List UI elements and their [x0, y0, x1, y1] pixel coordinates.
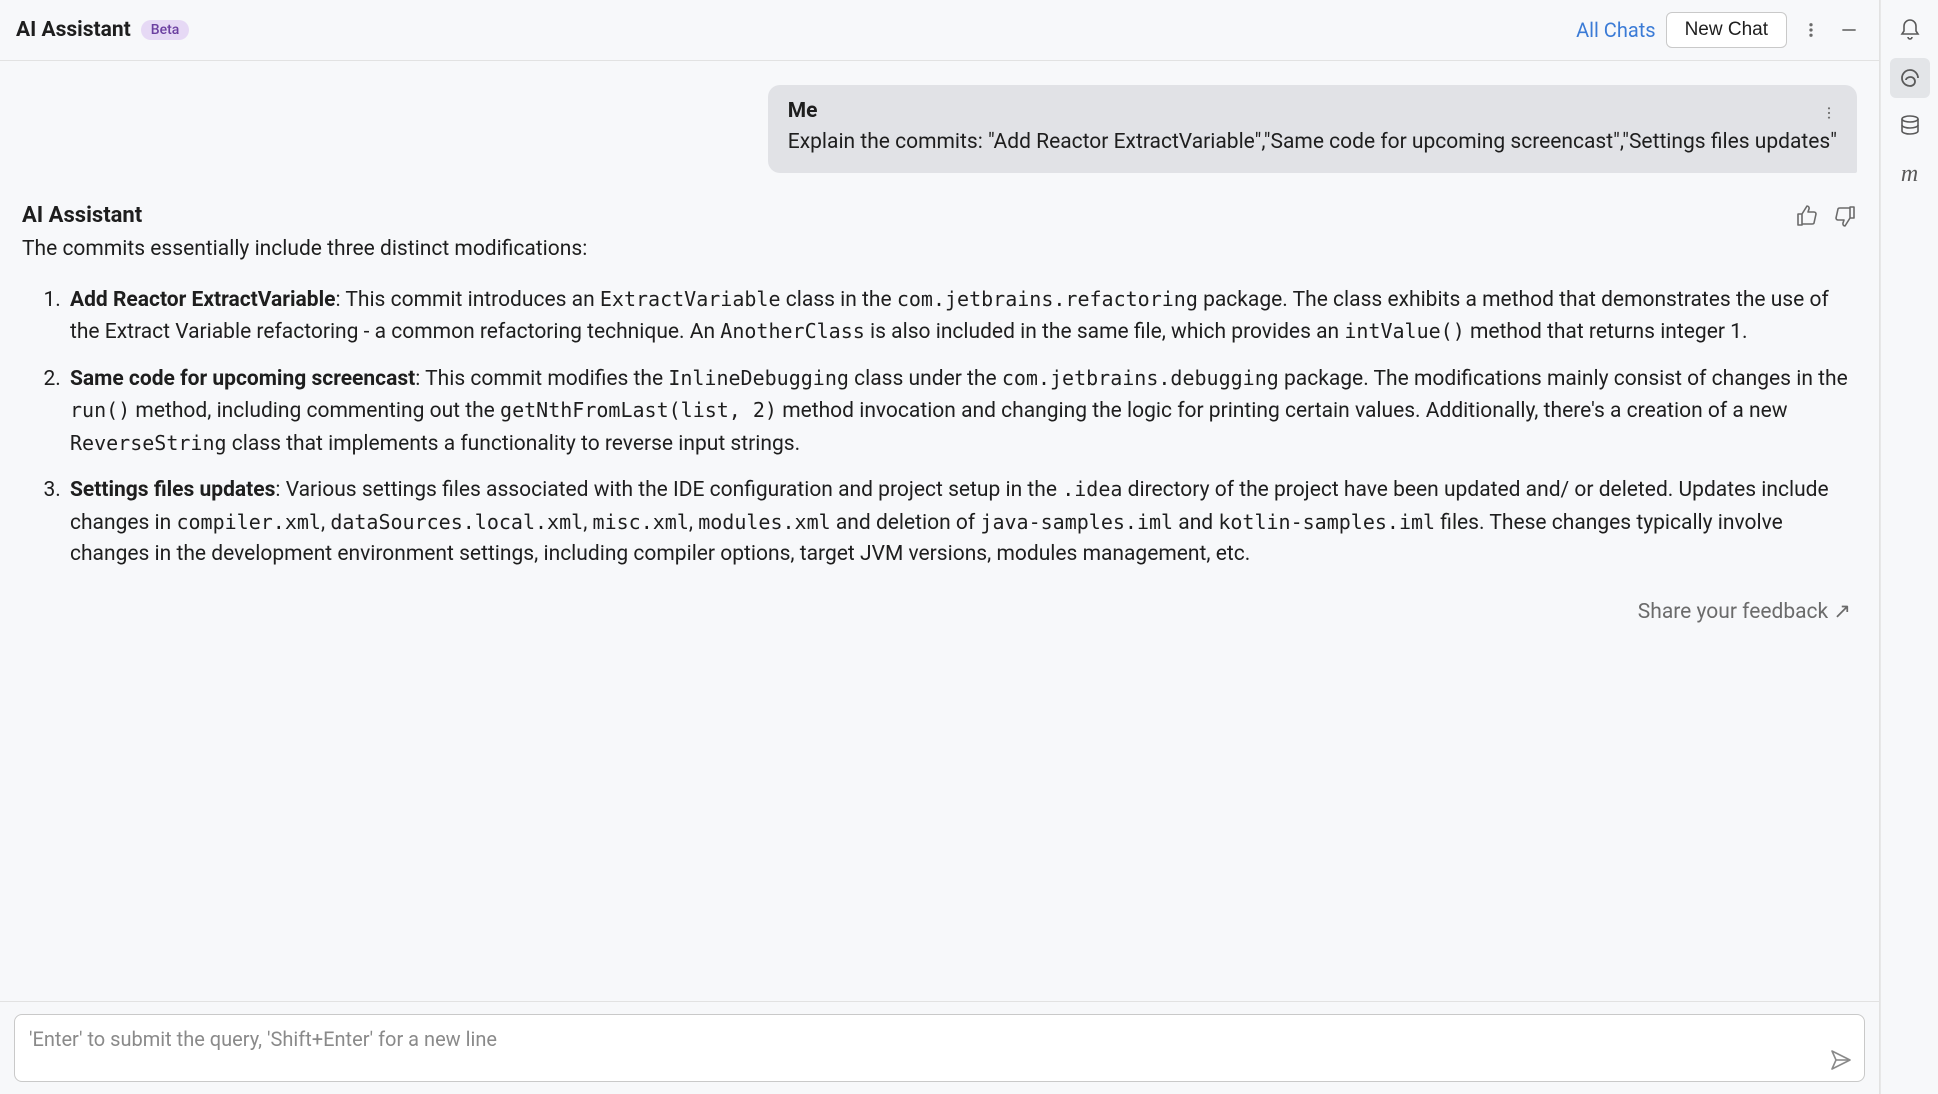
- assistant-message-block: AI Assistant The commits essentially inc…: [22, 203, 1857, 624]
- panel-header: AI Assistant Beta All Chats New Chat: [0, 0, 1879, 61]
- user-message-text: Explain the commits: "Add Reactor Extrac…: [788, 127, 1837, 157]
- rating-icons-group: [1795, 204, 1857, 228]
- minimize-icon[interactable]: [1835, 16, 1863, 44]
- message-menu-icon[interactable]: [1821, 105, 1837, 121]
- more-options-icon[interactable]: [1797, 16, 1825, 44]
- send-icon[interactable]: [1829, 1048, 1853, 1072]
- user-message-bubble: Me Explain the commits: "Add Reactor Ext…: [768, 85, 1857, 173]
- all-chats-link[interactable]: All Chats: [1576, 18, 1656, 42]
- assistant-commit-list: Add Reactor ExtractVariable: This commit…: [22, 284, 1857, 571]
- user-sender-label: Me: [788, 99, 818, 123]
- list-item: Settings files updates: Various settings…: [66, 474, 1857, 571]
- chat-input[interactable]: 'Enter' to submit the query, 'Shift+Ente…: [14, 1014, 1865, 1082]
- database-icon[interactable]: [1890, 106, 1930, 146]
- user-message-row: Me Explain the commits: "Add Reactor Ext…: [22, 85, 1857, 173]
- input-placeholder: 'Enter' to submit the query, 'Shift+Ente…: [29, 1027, 497, 1051]
- panel-title: AI Assistant: [16, 18, 131, 42]
- thumbs-down-icon[interactable]: [1833, 204, 1857, 228]
- input-row: 'Enter' to submit the query, 'Shift+Ente…: [0, 1001, 1879, 1094]
- assistant-sender-label: AI Assistant: [22, 203, 142, 228]
- thumbs-up-icon[interactable]: [1795, 204, 1819, 228]
- m-icon[interactable]: m: [1890, 154, 1930, 194]
- beta-badge: Beta: [141, 20, 190, 40]
- ai-assistant-panel: AI Assistant Beta All Chats New Chat Me …: [0, 0, 1880, 1094]
- share-feedback-link[interactable]: Share your feedback ↗: [1638, 599, 1851, 624]
- list-item: Add Reactor ExtractVariable: This commit…: [66, 284, 1857, 349]
- ai-swirl-icon[interactable]: [1890, 58, 1930, 98]
- bell-icon[interactable]: [1890, 10, 1930, 50]
- right-tool-rail: m: [1880, 0, 1938, 1094]
- assistant-intro-text: The commits essentially include three di…: [22, 234, 1857, 266]
- chat-scroll-area: Me Explain the commits: "Add Reactor Ext…: [0, 61, 1879, 1001]
- list-item: Same code for upcoming screencast: This …: [66, 363, 1857, 461]
- new-chat-button[interactable]: New Chat: [1666, 12, 1787, 48]
